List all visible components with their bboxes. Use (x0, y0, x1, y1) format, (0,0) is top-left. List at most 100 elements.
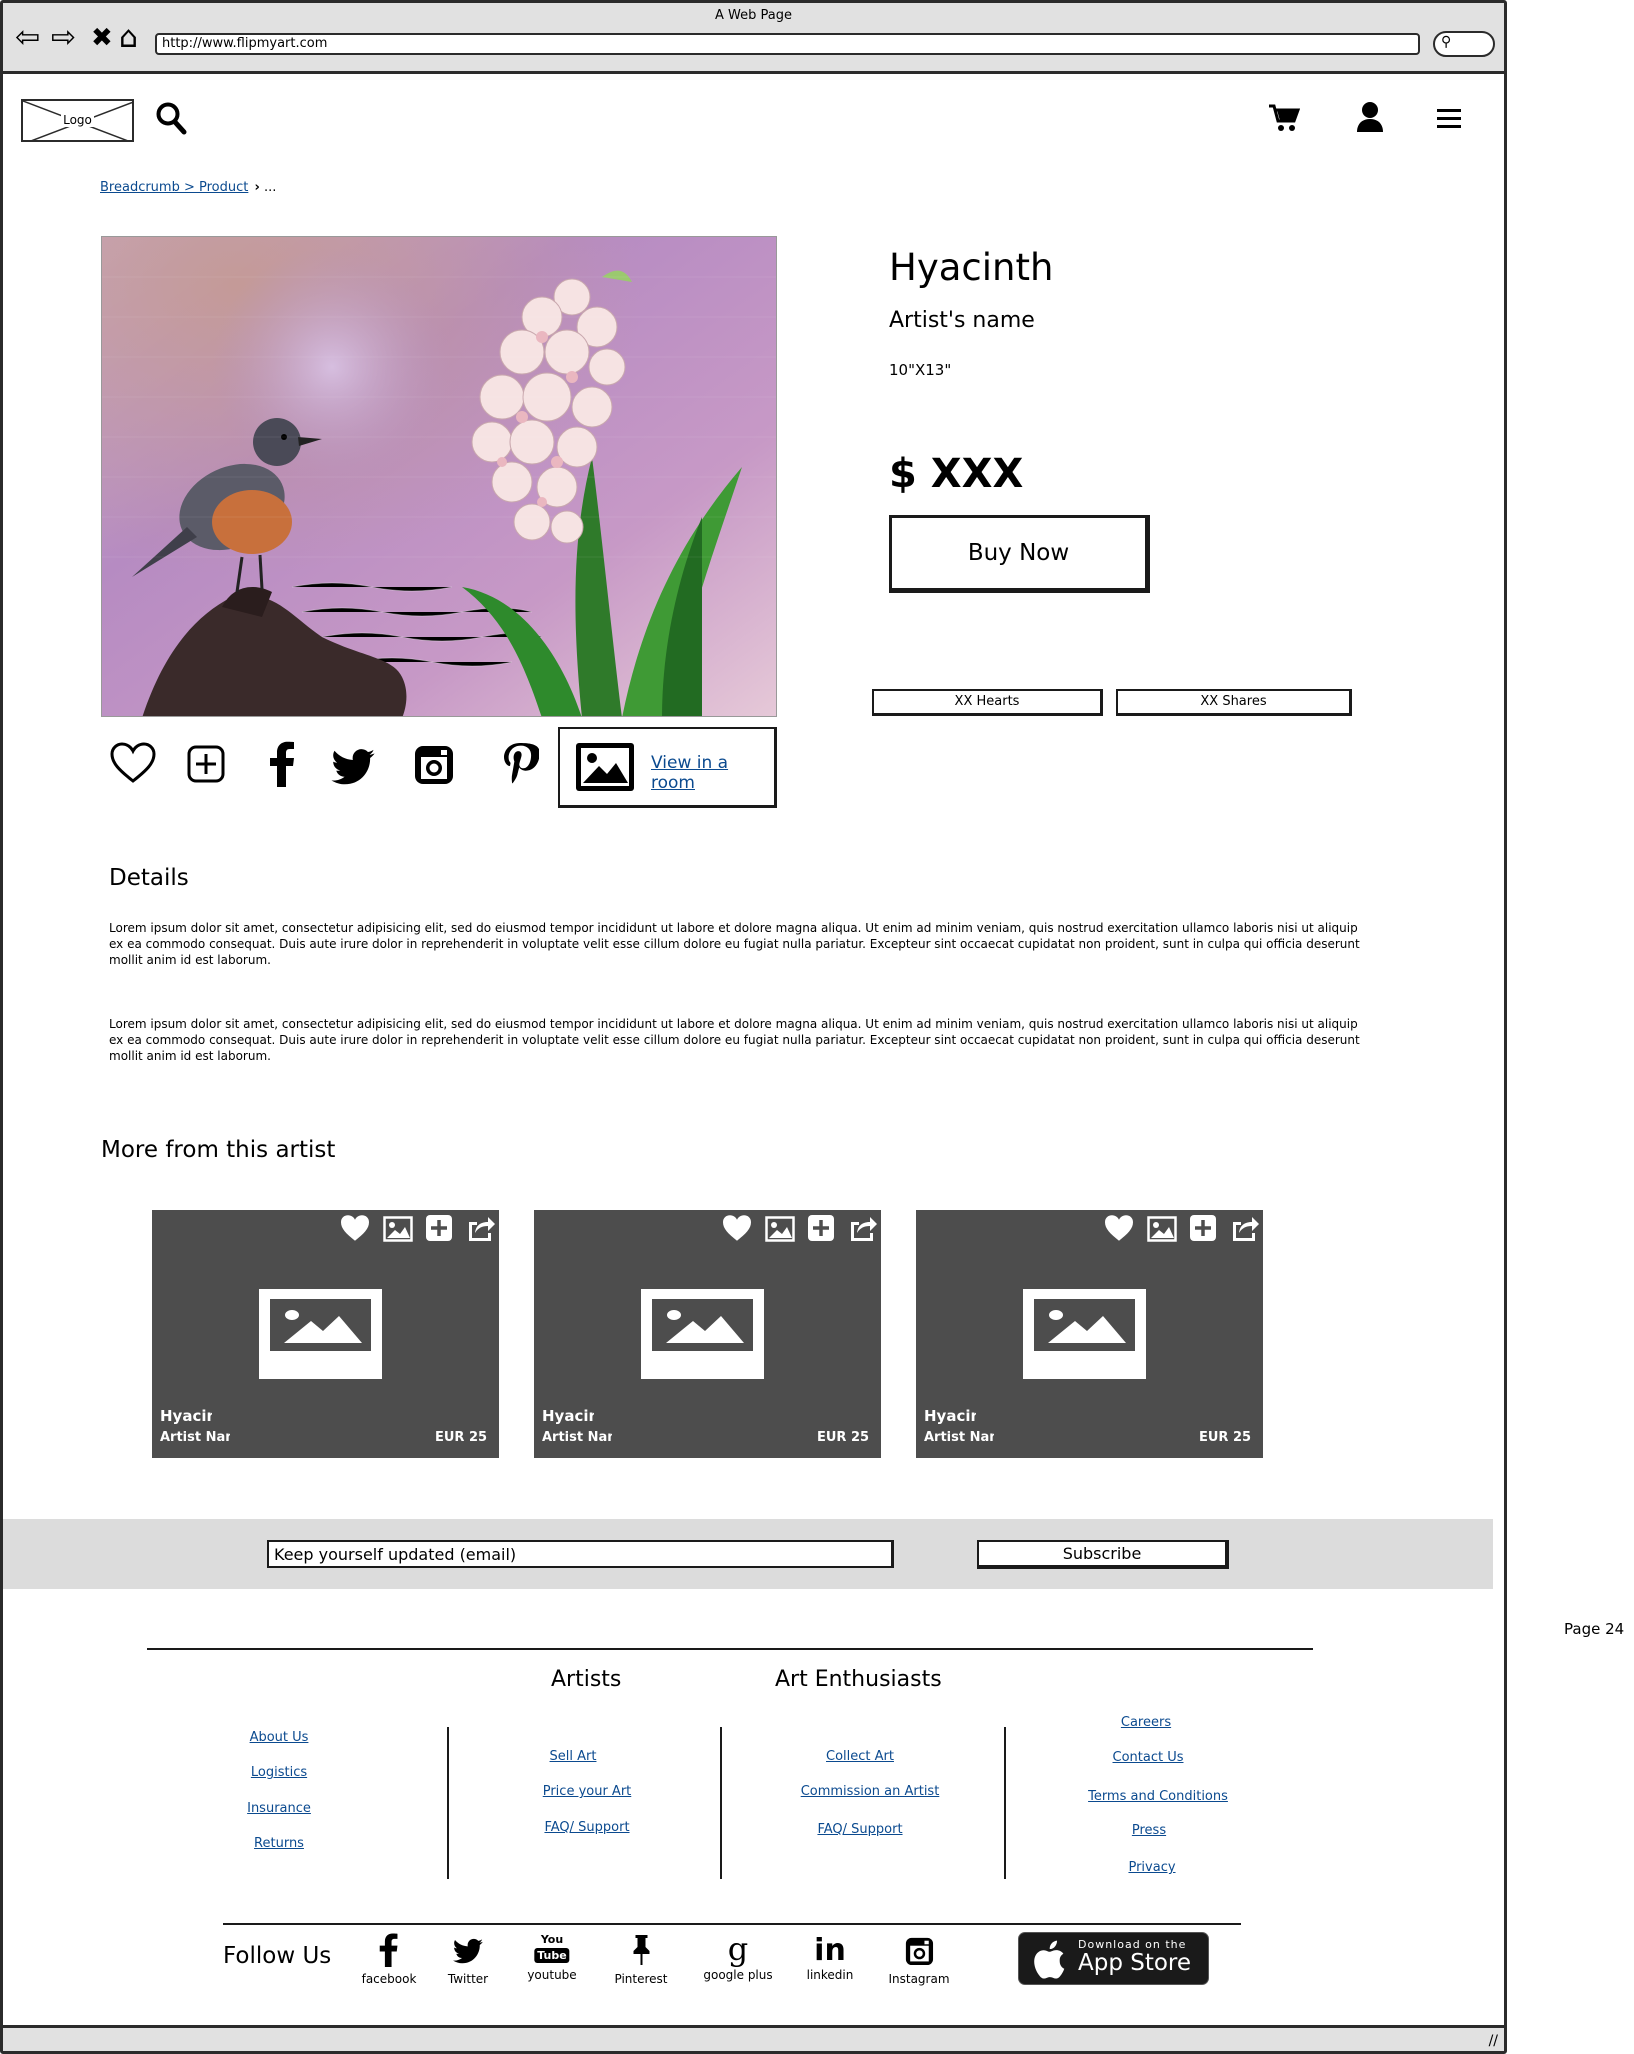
footer-link-price-your-art[interactable]: Price your Art (543, 1784, 632, 1799)
browser-status-bar: // (3, 2025, 1504, 2051)
logo[interactable]: Logo (21, 99, 134, 142)
footer-link-returns[interactable]: Returns (254, 1836, 304, 1851)
facebook-icon (380, 1933, 398, 1967)
social-linkedin[interactable]: in linkedin (807, 1933, 854, 1982)
footer-link-about-us[interactable]: About Us (250, 1730, 309, 1745)
footer-link-logistics[interactable]: Logistics (251, 1765, 307, 1780)
image-placeholder-icon (641, 1289, 764, 1383)
image-icon[interactable] (1147, 1216, 1177, 1246)
social-pinterest[interactable]: Pinterest (614, 1933, 668, 1986)
forward-icon[interactable]: ⇨ (51, 21, 76, 55)
product-title: Hyacinth (889, 246, 1054, 289)
add-icon[interactable] (1189, 1214, 1217, 1246)
social-label: youtube (527, 1968, 577, 1982)
facebook-icon[interactable] (269, 741, 295, 791)
view-in-room-button[interactable]: View in a room (558, 727, 777, 808)
card-title: Hyacinth (160, 1407, 212, 1425)
footer-link-insurance[interactable]: Insurance (247, 1801, 311, 1816)
breadcrumb: Breadcrumb > Product › ... (100, 180, 276, 195)
back-icon[interactable]: ⇦ (15, 21, 40, 55)
image-icon[interactable] (383, 1216, 413, 1246)
youtube-glyph-bottom: Tube (534, 1948, 570, 1963)
footer-link-sell-art[interactable]: Sell Art (550, 1749, 597, 1764)
add-icon[interactable] (425, 1214, 453, 1246)
heart-icon[interactable] (721, 1214, 753, 1246)
subscribe-button[interactable]: Subscribe (977, 1540, 1229, 1569)
footer-link-collect-art[interactable]: Collect Art (826, 1749, 894, 1764)
add-icon[interactable] (807, 1214, 835, 1246)
footer-link-privacy[interactable]: Privacy (1128, 1860, 1175, 1875)
card-price: EUR 250 (817, 1430, 869, 1445)
email-field[interactable] (267, 1540, 894, 1568)
share-icon[interactable] (465, 1214, 495, 1246)
social-google-plus[interactable]: g google plus (703, 1933, 772, 1982)
footer-link-faq-support[interactable]: FAQ/ Support (544, 1820, 629, 1835)
social-facebook[interactable]: facebook (362, 1933, 416, 1986)
hearts-count: XX Hearts (872, 689, 1103, 716)
image-icon[interactable] (765, 1216, 795, 1246)
footer-link-faq-support[interactable]: FAQ/ Support (817, 1822, 902, 1837)
app-store-big-text: App Store (1078, 1950, 1192, 1976)
close-icon[interactable]: ✖ (91, 21, 113, 55)
product-size: 10"X13" (889, 361, 952, 379)
card-artist: Artist Name (542, 1430, 612, 1445)
cart-icon[interactable] (1268, 103, 1301, 137)
card-price: EUR 250 (435, 1430, 487, 1445)
pinterest-icon[interactable] (501, 741, 540, 791)
artwork-card[interactable]: Hyacinth Artist Name EUR 250 (916, 1210, 1263, 1458)
heart-icon[interactable] (1103, 1214, 1135, 1246)
add-icon[interactable] (187, 745, 225, 787)
app-store-badge[interactable]: Download on the App Store (1018, 1932, 1209, 1985)
share-icon[interactable] (847, 1214, 877, 1246)
social-label: Twitter (447, 1972, 489, 1986)
footer-link-commission-artist[interactable]: Commission an Artist (801, 1784, 940, 1799)
instagram-icon[interactable] (413, 744, 455, 790)
home-icon[interactable]: ⌂ (119, 21, 138, 55)
card-title: Hyacinth (924, 1407, 976, 1425)
details-heading: Details (109, 865, 189, 891)
artwork-image[interactable] (101, 236, 777, 717)
youtube-icon: You Tube (527, 1933, 576, 1967)
footer-link-terms[interactable]: Terms and Conditions (1088, 1789, 1228, 1804)
social-youtube[interactable]: You Tube youtube (527, 1933, 576, 1982)
twitter-icon[interactable] (331, 749, 375, 789)
newsletter-section: Subscribe (3, 1519, 1493, 1589)
linkedin-icon: in (814, 1933, 846, 1968)
image-icon (574, 741, 636, 797)
resize-grip-icon[interactable]: // (1489, 2033, 1498, 2049)
social-label: Pinterest (614, 1972, 668, 1986)
image-placeholder-icon (259, 1289, 382, 1383)
footer-column-divider (720, 1727, 722, 1879)
card-artist: Artist Name (924, 1430, 994, 1445)
browser-search-field[interactable]: ⚲ (1433, 31, 1495, 57)
artist-name[interactable]: Artist's name (889, 308, 1035, 333)
logo-text: Logo (61, 113, 94, 127)
footer-link-press[interactable]: Press (1132, 1823, 1166, 1838)
share-icon[interactable] (1229, 1214, 1259, 1246)
chevron-right-icon: › (254, 180, 260, 195)
breadcrumb-trail: ... (264, 180, 277, 195)
buy-now-button[interactable]: Buy Now (889, 515, 1150, 593)
page-number: Page 24 (1564, 1620, 1625, 1638)
youtube-glyph-top: You (540, 1933, 564, 1946)
footer-divider (147, 1648, 1313, 1650)
user-icon[interactable] (1356, 101, 1384, 137)
social-twitter[interactable]: Twitter (448, 1933, 488, 1986)
url-bar[interactable]: http://www.flipmyart.com (155, 33, 1420, 55)
breadcrumb-link[interactable]: Breadcrumb > Product (100, 180, 248, 195)
heart-icon[interactable] (109, 741, 157, 789)
window-title: A Web Page (715, 8, 792, 23)
browser-toolbar: A Web Page ⇦ ⇨ ✖ ⌂ http://www.flipmyart.… (3, 3, 1504, 74)
artwork-card[interactable]: Hyacinth Artist Name EUR 250 (534, 1210, 881, 1458)
social-instagram[interactable]: Instagram (888, 1933, 950, 1986)
details-paragraph: Lorem ipsum dolor sit amet, consectetur … (109, 1017, 1360, 1063)
footer-divider (223, 1923, 1241, 1925)
artwork-card[interactable]: Hyacinth Artist Name EUR 250 (152, 1210, 499, 1458)
card-actions (327, 1214, 495, 1246)
browser-window: A Web Page ⇦ ⇨ ✖ ⌂ http://www.flipmyart.… (0, 0, 1507, 2054)
footer-link-contact-us[interactable]: Contact Us (1113, 1750, 1184, 1765)
menu-icon[interactable] (1437, 107, 1461, 133)
search-icon[interactable] (155, 101, 187, 139)
heart-icon[interactable] (339, 1214, 371, 1246)
footer-link-careers[interactable]: Careers (1121, 1715, 1171, 1730)
